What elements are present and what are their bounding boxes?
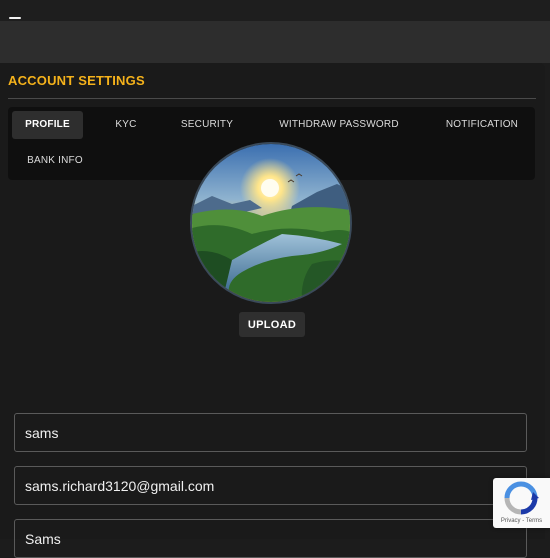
- recaptcha-badge[interactable]: Privacy - Terms: [493, 478, 550, 528]
- tab-notification[interactable]: NOTIFICATION: [438, 111, 526, 139]
- upload-button[interactable]: UPLOAD: [239, 312, 305, 337]
- tab-withdraw-password[interactable]: WITHDRAW PASSWORD: [272, 111, 406, 139]
- page-title: ACCOUNT SETTINGS: [8, 73, 145, 88]
- recaptcha-privacy-link[interactable]: Privacy: [501, 518, 521, 524]
- recaptcha-terms-link[interactable]: Terms: [526, 518, 542, 524]
- recaptcha-links: Privacy - Terms: [493, 518, 550, 524]
- name-field[interactable]: [14, 413, 527, 452]
- divider: [8, 98, 536, 99]
- profile-avatar: [190, 142, 352, 304]
- tab-kyc[interactable]: KYC: [104, 111, 148, 139]
- email-field[interactable]: [14, 466, 527, 505]
- tab-profile[interactable]: PROFILE: [12, 111, 83, 139]
- landscape-avatar-image: [192, 144, 350, 302]
- recaptcha-icon: [504, 481, 539, 515]
- top-bar: [0, 0, 550, 21]
- tab-security[interactable]: SECURITY: [172, 111, 242, 139]
- header-bar: [0, 21, 550, 63]
- tab-bank-info[interactable]: BANK INFO: [20, 147, 90, 175]
